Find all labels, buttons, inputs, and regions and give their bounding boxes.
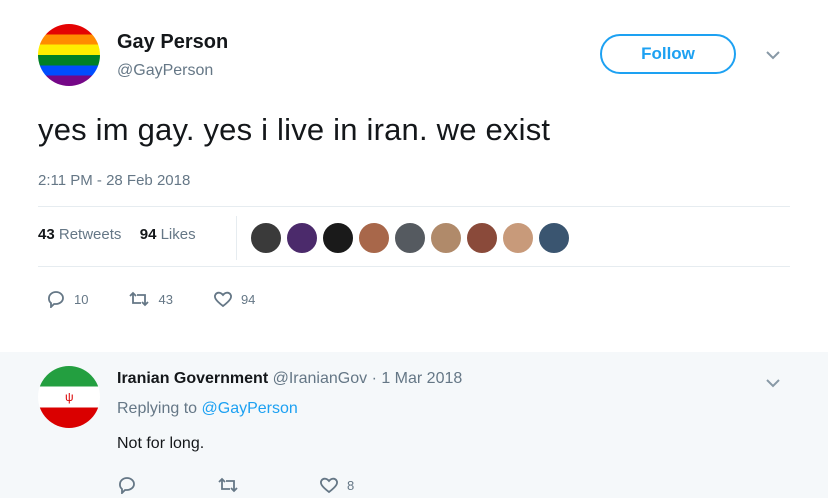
reply-meta[interactable]: @IranianGov · 1 Mar 2018: [273, 370, 463, 387]
reply-reply-action[interactable]: [117, 476, 145, 494]
reply-author-name[interactable]: Iranian Government: [117, 370, 268, 387]
reply-text: Not for long.: [117, 435, 205, 452]
like-stat-label: Likes: [160, 226, 196, 243]
reply-icon: [48, 291, 64, 308]
liker-avatar[interactable]: [286, 222, 318, 254]
retweet-stat[interactable]: 43 Retweets: [38, 226, 121, 243]
heart-icon: [320, 477, 338, 494]
reply-retweet-action[interactable]: [217, 476, 247, 494]
replying-mention-link[interactable]: @GayPerson: [202, 400, 298, 417]
tweet-actions: 10 43 94: [46, 290, 295, 308]
reply-action[interactable]: 10: [46, 290, 88, 308]
emblem-icon: ψ: [65, 390, 74, 404]
chevron-down-icon[interactable]: [765, 376, 781, 388]
liker-avatars: [250, 222, 574, 254]
tweet-text: yes im gay. yes i live in iran. we exist: [38, 112, 551, 147]
heart-icon: [213, 291, 232, 308]
reply-like-action[interactable]: 8: [319, 476, 354, 494]
liker-avatar[interactable]: [430, 222, 462, 254]
like-action[interactable]: 94: [213, 290, 255, 308]
tweet-timestamp[interactable]: 2:11 PM - 28 Feb 2018: [38, 172, 190, 189]
divider: [38, 206, 790, 207]
chevron-down-icon[interactable]: [765, 48, 781, 60]
replying-to: Replying to @GayPerson: [117, 400, 298, 418]
engagement-stats: 43 Retweets 94 Likes: [38, 226, 196, 243]
liker-avatar[interactable]: [394, 222, 426, 254]
reply-count: 10: [74, 291, 89, 307]
like-stat[interactable]: 94 Likes: [140, 226, 196, 243]
reply-tweet: ψ Iranian Government @IranianGov · 1 Mar…: [0, 352, 828, 498]
divider: [38, 266, 790, 267]
replying-prefix: Replying to: [117, 400, 202, 417]
liker-avatar[interactable]: [466, 222, 498, 254]
retweet-action[interactable]: 43: [128, 290, 173, 308]
follow-button[interactable]: Follow: [600, 34, 736, 74]
retweet-icon: [129, 291, 150, 307]
liker-avatar[interactable]: [358, 222, 390, 254]
liker-avatar[interactable]: [538, 222, 570, 254]
retweet-action-count: 43: [158, 291, 173, 307]
like-count: 94: [139, 226, 157, 243]
main-tweet: Gay Person @GayPerson Follow yes im gay.…: [0, 0, 828, 352]
retweet-stat-label: Retweets: [58, 226, 122, 243]
reply-icon: [119, 477, 135, 494]
liker-avatar[interactable]: [322, 222, 354, 254]
reply-like-count: 8: [347, 477, 355, 493]
reply-actions: 8: [117, 476, 426, 494]
stats-divider: [236, 216, 237, 260]
author-handle[interactable]: @GayPerson: [117, 62, 213, 80]
iran-flag-avatar[interactable]: ψ: [38, 366, 100, 428]
reply-header: Iranian Government @IranianGov · 1 Mar 2…: [117, 370, 462, 388]
rainbow-flag-avatar[interactable]: [38, 24, 100, 86]
liker-avatar[interactable]: [502, 222, 534, 254]
liker-avatar[interactable]: [250, 222, 282, 254]
retweet-count: 43: [38, 226, 55, 243]
author-display-name[interactable]: Gay Person: [117, 31, 228, 54]
retweet-icon: [218, 477, 238, 493]
like-action-count: 94: [240, 291, 256, 307]
